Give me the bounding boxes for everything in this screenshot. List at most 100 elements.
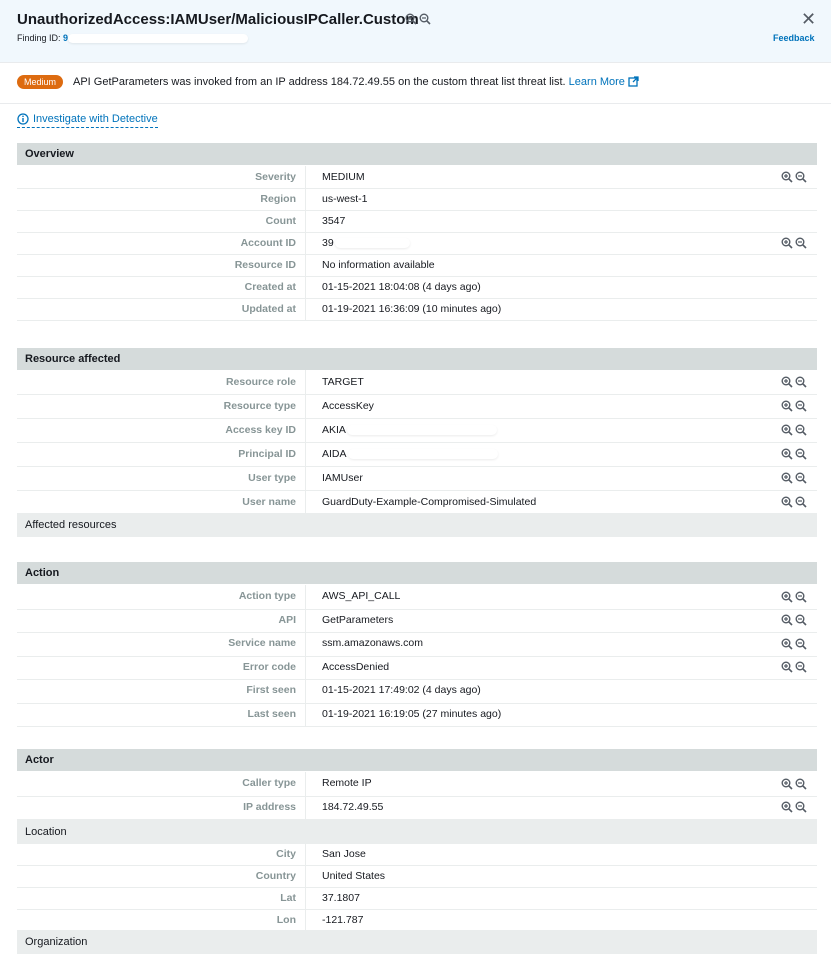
section-header-action: Action	[17, 562, 817, 584]
section-header-actor: Actor	[17, 749, 817, 771]
finding-header: UnauthorizedAccess:IAMUser/MaliciousIPCa…	[0, 0, 831, 62]
zoom-in-icon[interactable]	[781, 591, 793, 603]
detail-row: Last seen 01-19-2021 16:19:05 (27 minutes…	[17, 702, 817, 727]
row-zoom-controls	[781, 237, 807, 249]
zoom-in-icon[interactable]	[781, 638, 793, 650]
detail-row: Service name ssm.amazonaws.com	[17, 632, 817, 657]
row-value: 01-15-2021 18:04:08 (4 days ago)	[322, 281, 481, 293]
row-zoom-controls	[781, 801, 807, 813]
redaction-block	[346, 425, 497, 436]
zoom-in-icon[interactable]	[781, 801, 793, 813]
zoom-out-icon[interactable]	[795, 496, 807, 508]
row-zoom-controls	[781, 778, 807, 790]
row-value-cell: 01-15-2021 17:49:02 (4 days ago)	[322, 679, 481, 703]
row-label: Last seen	[17, 702, 306, 726]
row-label: First seen	[17, 679, 306, 703]
investigate-with-detective-link[interactable]: Investigate with Detective	[17, 113, 158, 128]
severity-badge: Medium	[17, 75, 64, 89]
row-value: us-west-1	[322, 193, 368, 205]
row-value-cell: ssm.amazonaws.com	[322, 632, 423, 656]
zoom-out-icon[interactable]	[795, 376, 807, 388]
zoom-out-icon[interactable]	[795, 638, 807, 650]
zoom-out-icon[interactable]	[795, 400, 807, 412]
zoom-out-icon[interactable]	[795, 661, 807, 673]
detail-row: Count 3547	[17, 210, 817, 233]
row-value-cell: 184.72.49.55	[322, 796, 383, 820]
subsection-location: Location	[17, 820, 817, 844]
feedback-link[interactable]: Feedback	[773, 33, 815, 43]
row-value-cell: 01-15-2021 18:04:08 (4 days ago)	[322, 276, 481, 298]
zoom-out-icon[interactable]	[795, 448, 807, 460]
zoom-in-icon[interactable]	[781, 472, 793, 484]
close-icon[interactable]: ✕	[801, 9, 816, 30]
zoom-out-icon[interactable]	[795, 237, 807, 249]
external-link-icon	[628, 76, 639, 87]
row-value-cell: us-west-1	[322, 188, 368, 210]
zoom-in-icon[interactable]	[781, 778, 793, 790]
row-value: IAMUser	[322, 472, 363, 484]
row-value-cell: IAMUser	[322, 466, 363, 490]
section-header-overview: Overview	[17, 143, 817, 165]
row-label: User type	[17, 466, 306, 490]
zoom-in-icon[interactable]	[781, 400, 793, 412]
row-value: 01-19-2021 16:36:09 (10 minutes ago)	[322, 303, 502, 315]
row-value-cell: No information available	[322, 254, 435, 276]
row-value-cell: AKIA	[322, 418, 497, 442]
finding-title: UnauthorizedAccess:IAMUser/MaliciousIPCa…	[17, 11, 419, 28]
row-value: AccessDenied	[322, 660, 390, 673]
row-value-cell: AccessKey	[322, 394, 374, 418]
info-icon	[17, 113, 29, 125]
detail-row: Region us-west-1	[17, 188, 817, 211]
learn-more-link[interactable]: Learn More	[569, 76, 639, 88]
row-value: AccessKey	[322, 400, 374, 412]
row-value-cell: 3547	[322, 210, 345, 232]
row-label: Principal ID	[17, 442, 306, 466]
subsection-affected-resources[interactable]: Affected resources	[17, 513, 817, 537]
row-value: ssm.amazonaws.com	[322, 637, 423, 649]
zoom-out-icon[interactable]	[795, 424, 807, 436]
zoom-out-icon[interactable]	[795, 801, 807, 813]
row-label: Access key ID	[17, 418, 306, 442]
zoom-out-icon[interactable]	[795, 472, 807, 484]
row-value-cell: 37.1807	[322, 887, 360, 909]
row-label: Region	[17, 188, 306, 210]
zoom-in-icon[interactable]	[781, 614, 793, 626]
row-label: Severity	[17, 166, 306, 188]
detail-row: Lon -121.787	[17, 909, 817, 932]
zoom-in-icon[interactable]	[781, 237, 793, 249]
zoom-in-icon[interactable]	[781, 424, 793, 436]
detail-row: Principal ID AIDA	[17, 442, 817, 467]
row-label: Service name	[17, 632, 306, 656]
zoom-in-icon[interactable]	[781, 448, 793, 460]
zoom-in-icon[interactable]	[781, 171, 793, 183]
detail-row: Error code AccessDenied	[17, 655, 817, 680]
row-label: Lon	[17, 909, 306, 931]
zoom-out-icon[interactable]	[419, 13, 431, 25]
zoom-out-icon[interactable]	[795, 614, 807, 626]
row-value-cell: San Jose	[322, 843, 366, 865]
detail-row: City San Jose	[17, 843, 817, 866]
zoom-in-icon[interactable]	[405, 13, 417, 25]
detail-row: Severity MEDIUM	[17, 166, 817, 189]
detail-row: Caller type Remote IP	[17, 772, 817, 797]
row-value: 39	[322, 237, 334, 249]
zoom-in-icon[interactable]	[781, 661, 793, 673]
zoom-out-icon[interactable]	[795, 778, 807, 790]
zoom-out-icon[interactable]	[795, 591, 807, 603]
banner-message: API GetParameters was invoked from an IP…	[73, 76, 566, 88]
row-value: 184.72.49.55	[322, 800, 384, 813]
detail-row: Lat 37.1807	[17, 887, 817, 910]
row-value-cell: 01-19-2021 16:36:09 (10 minutes ago)	[322, 298, 501, 320]
row-value: Remote IP	[322, 777, 372, 789]
row-zoom-controls	[781, 496, 807, 508]
row-value: AKIA	[322, 424, 346, 436]
zoom-in-icon[interactable]	[781, 376, 793, 388]
row-label: Country	[17, 865, 306, 887]
zoom-out-icon[interactable]	[795, 171, 807, 183]
row-label: IP address	[17, 795, 306, 819]
row-value: No information available	[322, 259, 435, 271]
row-label: Lat	[17, 887, 306, 909]
row-value-cell: 39	[322, 232, 410, 254]
row-value: GetParameters	[322, 613, 394, 626]
zoom-in-icon[interactable]	[781, 496, 793, 508]
